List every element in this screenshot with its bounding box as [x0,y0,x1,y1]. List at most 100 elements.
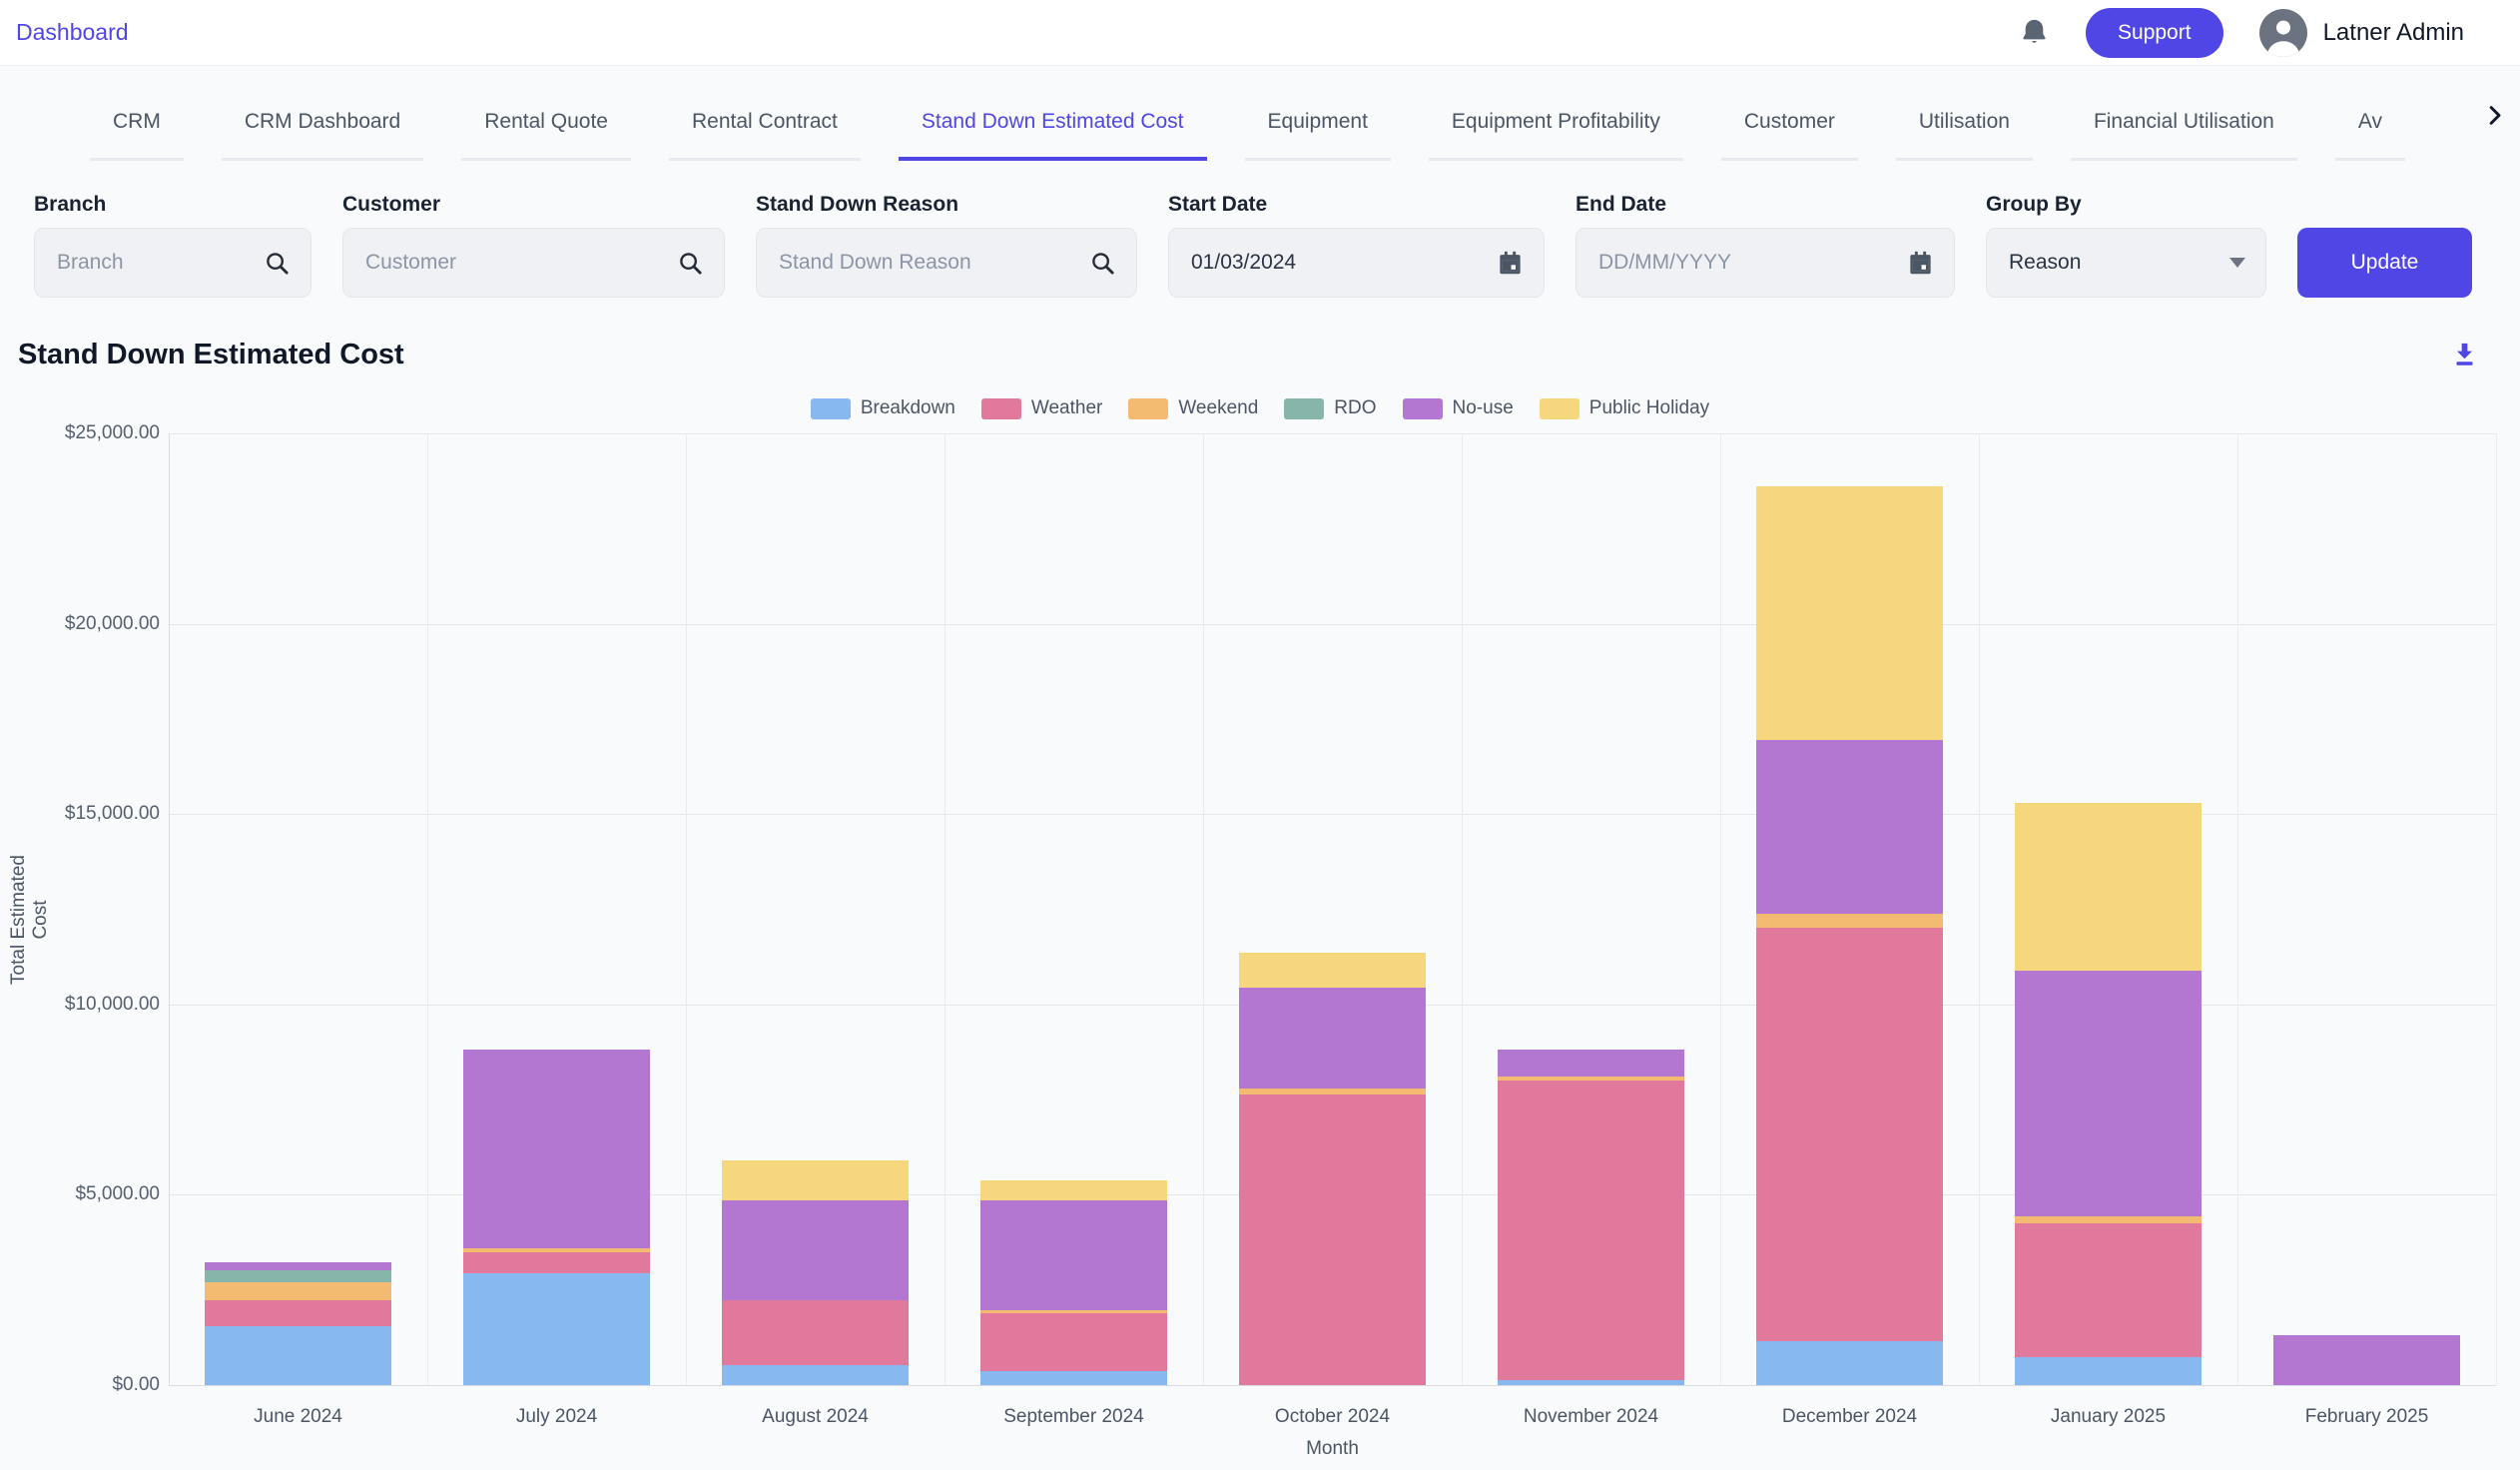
calendar-icon[interactable] [1497,250,1524,277]
support-button[interactable]: Support [2086,8,2223,58]
filter-stand-down-reason: Stand Down ReasonStand Down Reason [756,193,1137,298]
legend-swatch [1403,398,1443,419]
bar-segment-breakdown [463,1273,650,1385]
calendar-icon[interactable] [1907,250,1934,277]
bar-segment-no-use [2015,971,2202,1216]
tab-rental-contract[interactable]: Rental Contract [669,110,861,161]
tab-crm-dashboard[interactable]: CRM Dashboard [222,110,423,161]
stand-down-reason-input[interactable]: Stand Down Reason [756,228,1137,298]
legend-item-breakdown[interactable]: Breakdown [811,397,955,419]
bar-segment-no-use [1756,740,1943,913]
x-tick-label: July 2024 [516,1406,597,1428]
user-name: Latner Admin [2323,19,2464,47]
filter-label-branch: Branch [34,193,312,217]
tab-utilisation[interactable]: Utilisation [1896,110,2033,161]
filter-bar: Branch Branch CustomerCustomer Stand Down R… [0,196,2520,298]
gridline-vertical [169,433,170,1385]
bar-segment-breakdown [1756,1341,1943,1385]
filter-customer: CustomerCustomer [342,193,725,298]
legend-item-rdo[interactable]: RDO [1284,397,1376,419]
brand-link[interactable]: Dashboard [16,19,129,46]
bar-segment-no-use [1498,1050,1684,1077]
chart-legend: Breakdown Weather Weekend RDO No-use Public H… [0,397,2520,419]
end-date-input-text: DD/MM/YYYY [1598,251,1895,275]
tab-av[interactable]: Av [2335,110,2405,161]
bar-segment-no-use [980,1200,1167,1310]
legend-item-weather[interactable]: Weather [981,397,1102,419]
bar-segment-weather [980,1313,1167,1371]
y-tick-label: $10,000.00 [65,994,160,1016]
x-tick-label: January 2025 [2051,1406,2166,1428]
bar-segment-weather [2015,1223,2202,1357]
tab-customer[interactable]: Customer [1721,110,1858,161]
bar-segment-weekend [1756,914,1943,928]
bar-september-2024 [980,433,1167,1385]
bar-february-2025 [2273,433,2460,1385]
start-date-input-text: 01/03/2024 [1191,251,1485,275]
y-tick-label: $5,000.00 [75,1183,160,1205]
legend-item-public-holiday[interactable]: Public Holiday [1540,397,1709,419]
group-by-input[interactable]: Reason [1986,228,2266,298]
download-chart-button[interactable] [2449,340,2480,370]
bar-segment-no-use [463,1050,650,1248]
tab-equipment[interactable]: Equipment [1245,110,1391,161]
bar-segment-weather [1756,928,1943,1341]
bar-segment-rdo [205,1270,391,1282]
bar-june-2024 [205,433,391,1385]
page-title: Stand Down Estimated Cost [18,339,404,371]
tab-bar: CRM CRM Dashboard Rental Quote Rental Contr… [0,66,2520,161]
customer-input[interactable]: Customer [342,228,725,298]
bar-segment-public-holiday [1756,486,1943,740]
plot-area [169,433,2496,1385]
tab-financial-utilisation[interactable]: Financial Utilisation [2071,110,2297,161]
user-menu[interactable]: Latner Admin [2259,9,2464,57]
bar-segment-weather [463,1252,650,1273]
y-tick-label: $25,000.00 [65,422,160,444]
tab-rental-quote[interactable]: Rental Quote [461,110,631,161]
legend-label: Weather [1031,397,1102,419]
legend-item-no-use[interactable]: No-use [1403,397,1514,419]
bar-segment-public-holiday [2015,803,2202,971]
bar-august-2024 [722,433,909,1385]
branch-input[interactable]: Branch [34,228,312,298]
start-date-input[interactable]: 01/03/2024 [1168,228,1545,298]
chevron-right-icon [2481,102,2508,129]
notifications-button[interactable] [2019,17,2050,48]
bar-november-2024 [1498,433,1684,1385]
filter-branch: Branch Branch [34,193,312,298]
filter-label-group-by: Group By [1986,193,2266,217]
search-icon[interactable] [1089,250,1116,277]
branch-input-text: Branch [57,251,252,275]
update-button[interactable]: Update [2297,228,2472,298]
bar-segment-breakdown [205,1326,391,1385]
bar-segment-weather [1239,1095,1426,1385]
legend-swatch [1128,398,1168,419]
gridline-vertical [427,433,428,1385]
legend-label: Breakdown [861,397,955,419]
bar-segment-breakdown [980,1371,1167,1385]
tab-stand-down-estimated-cost[interactable]: Stand Down Estimated Cost [899,110,1207,161]
legend-swatch [811,398,851,419]
filter-group-by: Group By Reason [1986,193,2266,298]
legend-item-weekend[interactable]: Weekend [1128,397,1258,419]
page: Dashboard Support Latner Admin CRMCRM [0,0,2520,1470]
bar-segment-weather [205,1300,391,1326]
legend-label: RDO [1334,397,1376,419]
x-tick-label: September 2024 [1003,1406,1144,1428]
y-axis-title: Total Estimated Cost [8,840,52,1000]
tabs: CRM CRM Dashboard Rental Quote Rental Contr… [90,110,2405,161]
caret-down-icon[interactable] [2229,258,2245,268]
search-icon[interactable] [264,250,291,277]
tabs-overflow-button[interactable] [2481,102,2508,129]
tab-crm[interactable]: CRM [90,110,184,161]
search-icon[interactable] [677,250,704,277]
bar-october-2024 [1239,433,1426,1385]
y-tick-label: $15,000.00 [65,803,160,825]
tab-equipment-profitability[interactable]: Equipment Profitability [1429,110,1683,161]
gridline-vertical [1979,433,1980,1385]
bar-segment-no-use [1239,988,1426,1089]
end-date-input[interactable]: DD/MM/YYYY [1575,228,1955,298]
download-icon [2449,340,2480,370]
y-tick-label: $20,000.00 [65,613,160,635]
header-actions: Support Latner Admin [2019,8,2464,58]
